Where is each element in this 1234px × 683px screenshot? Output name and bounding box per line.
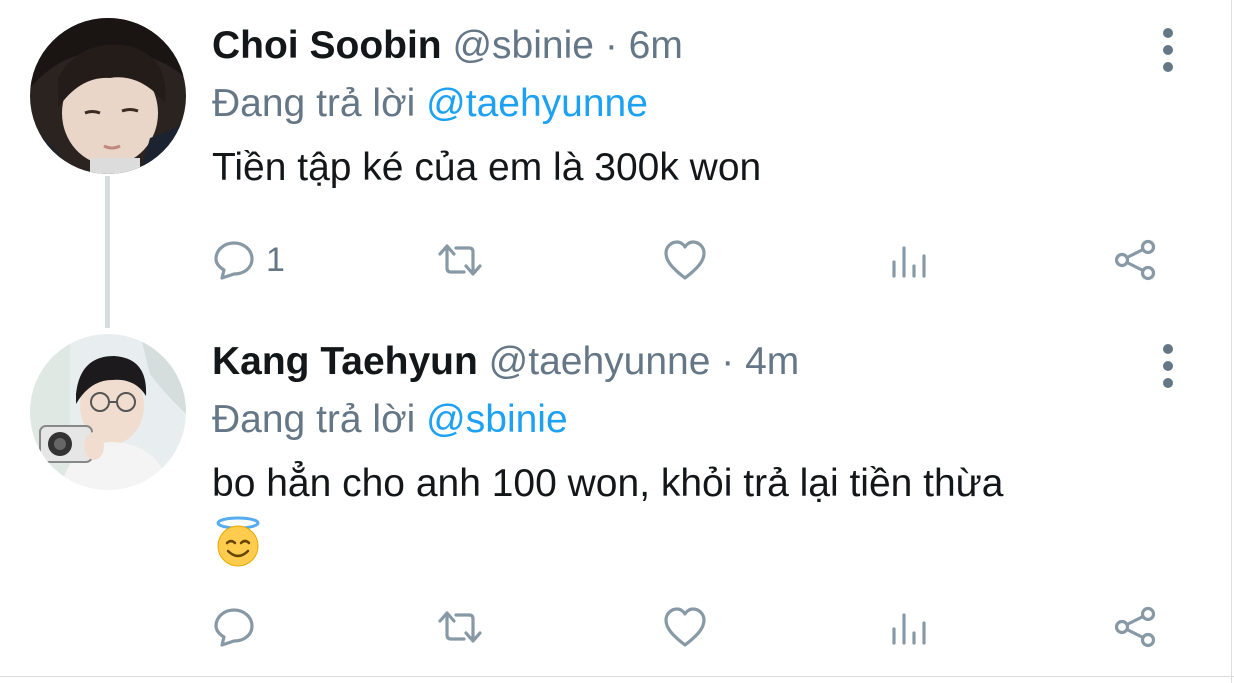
more-options-button[interactable] — [1156, 340, 1180, 392]
more-icon — [1163, 344, 1173, 388]
tweet-1[interactable]: Choi Soobin @sbinie · 6m Đang trả lời @t… — [0, 0, 1230, 328]
like-icon — [664, 607, 706, 647]
reply-icon — [214, 241, 254, 280]
author-name[interactable]: Kang Taehyun — [212, 340, 478, 383]
like-icon — [664, 240, 706, 280]
author-name[interactable]: Choi Soobin — [212, 24, 442, 67]
author-handle[interactable]: @taehyunne — [489, 340, 711, 383]
reply-button[interactable]: 1 — [212, 236, 285, 284]
analytics-icon — [892, 613, 926, 645]
separator-dot: · — [721, 340, 735, 383]
thread-connector-line — [105, 176, 110, 328]
tweet-actions: 1 — [212, 236, 1172, 284]
timestamp[interactable]: 6m — [629, 24, 683, 67]
retweet-icon — [438, 611, 482, 643]
replying-to-mention[interactable]: @taehyunne — [426, 82, 648, 125]
separator-dot: · — [604, 24, 618, 67]
tweet-content: Kang Taehyun @taehyunne · 4m Đang trả lờ… — [212, 336, 1170, 582]
reply-icon — [214, 608, 254, 647]
tweet-2[interactable]: Kang Taehyun @taehyunne · 4m Đang trả lờ… — [0, 320, 1230, 676]
like-button[interactable] — [662, 236, 708, 284]
tweet-content: Choi Soobin @sbinie · 6m Đang trả lời @t… — [212, 20, 1170, 194]
smiling-face-with-halo-icon — [212, 516, 264, 582]
share-button[interactable] — [1112, 236, 1158, 284]
reply-button[interactable] — [212, 603, 256, 651]
retweet-button[interactable] — [434, 236, 486, 284]
frame-border-right — [1231, 0, 1232, 683]
tweet-text: Tiền tập ké của em là 300k won — [212, 146, 762, 189]
tweet-text: bo hẳn cho anh 100 won, khỏi trả lại tiề… — [212, 458, 1170, 582]
replying-to-label: Đang trả lời — [212, 398, 416, 441]
replying-to-label: Đang trả lời — [212, 82, 416, 125]
like-button[interactable] — [662, 603, 708, 651]
tweet-header: Kang Taehyun @taehyunne · 4m — [212, 336, 1170, 388]
more-icon — [1163, 28, 1173, 72]
replying-to-line: Đang trả lời @taehyunne — [212, 78, 1170, 130]
tweet-actions — [212, 603, 1172, 651]
analytics-icon — [892, 246, 926, 278]
retweet-button[interactable] — [434, 603, 486, 651]
author-handle[interactable]: @sbinie — [452, 24, 594, 67]
frame-border-bottom — [0, 676, 1234, 677]
analytics-button[interactable] — [888, 236, 932, 284]
share-button[interactable] — [1112, 603, 1158, 651]
more-options-button[interactable] — [1156, 24, 1180, 76]
retweet-icon — [438, 244, 482, 276]
tweet-text-body: bo hẳn cho anh 100 won, khỏi trả lại tiề… — [212, 462, 1004, 505]
replying-to-line: Đang trả lời @sbinie — [212, 394, 1170, 446]
tweet-header: Choi Soobin @sbinie · 6m — [212, 20, 1170, 72]
replying-to-mention[interactable]: @sbinie — [426, 398, 568, 441]
reply-count: 1 — [266, 240, 285, 279]
avatar-choi-soobin[interactable] — [30, 18, 186, 174]
timestamp[interactable]: 4m — [745, 340, 799, 383]
avatar-kang-taehyun[interactable] — [30, 334, 186, 490]
analytics-button[interactable] — [888, 603, 932, 651]
share-icon — [1114, 606, 1156, 648]
share-icon — [1114, 239, 1156, 281]
